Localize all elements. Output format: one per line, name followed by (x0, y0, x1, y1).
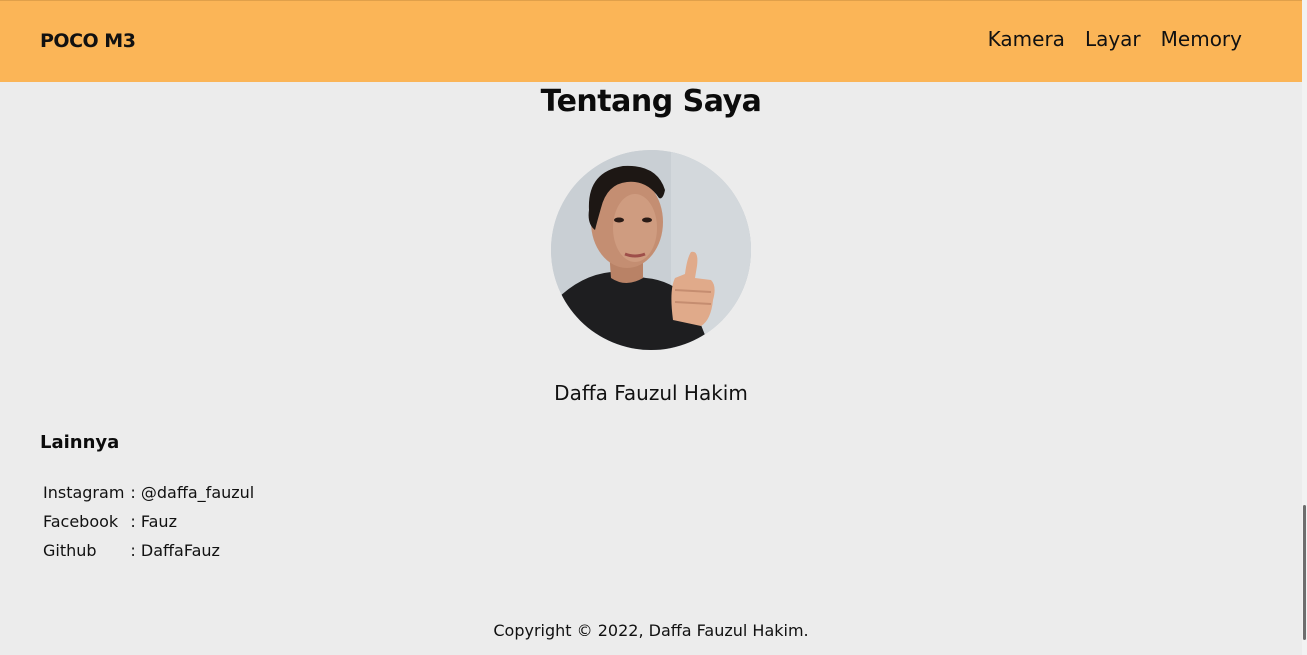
contact-label: Github (43, 541, 97, 560)
nav-link-kamera[interactable]: Kamera (988, 27, 1065, 51)
nav-link-layar[interactable]: Layar (1085, 27, 1141, 51)
scrollbar-thumb[interactable] (1303, 505, 1306, 640)
footer-copyright: Copyright © 2022, Daffa Fauzul Hakim. (493, 621, 809, 640)
contact-row-github: Github : DaffaFauz (40, 536, 254, 565)
contact-value: Fauz (140, 512, 177, 531)
other-heading: Lainnya (40, 432, 120, 453)
navbar: POCO M3 Kamera Layar Memory (0, 0, 1302, 82)
contact-separator-text: : (130, 541, 136, 560)
contact-table: Instagram : @daffa_fauzul Facebook : Fau… (40, 478, 254, 565)
nav-link-memory[interactable]: Memory (1161, 27, 1242, 51)
contact-label: Facebook (43, 512, 119, 531)
contact-separator: : @daffa_fauzul (127, 478, 254, 507)
section-title: Tentang Saya (540, 84, 762, 119)
person-name: Daffa Fauzul Hakim (554, 381, 748, 405)
contact-label: Instagram (43, 483, 125, 502)
contact-value: DaffaFauz (140, 541, 220, 560)
contact-value: @daffa_fauzul (140, 483, 255, 502)
profile-photo-illustration (551, 150, 751, 350)
profile-photo (551, 150, 751, 350)
contact-row-facebook: Facebook : Fauz (40, 507, 254, 536)
brand-logo[interactable]: POCO M3 (40, 30, 136, 52)
contact-separator-text: : (130, 512, 136, 531)
contact-row-instagram: Instagram : @daffa_fauzul (40, 478, 254, 507)
contact-separator-text: : (130, 483, 136, 502)
contact-separator: : DaffaFauz (127, 536, 254, 565)
page: POCO M3 Kamera Layar Memory Tentang Saya (0, 0, 1307, 655)
nav-menu: Kamera Layar Memory (988, 27, 1242, 51)
contact-separator: : Fauz (127, 507, 254, 536)
